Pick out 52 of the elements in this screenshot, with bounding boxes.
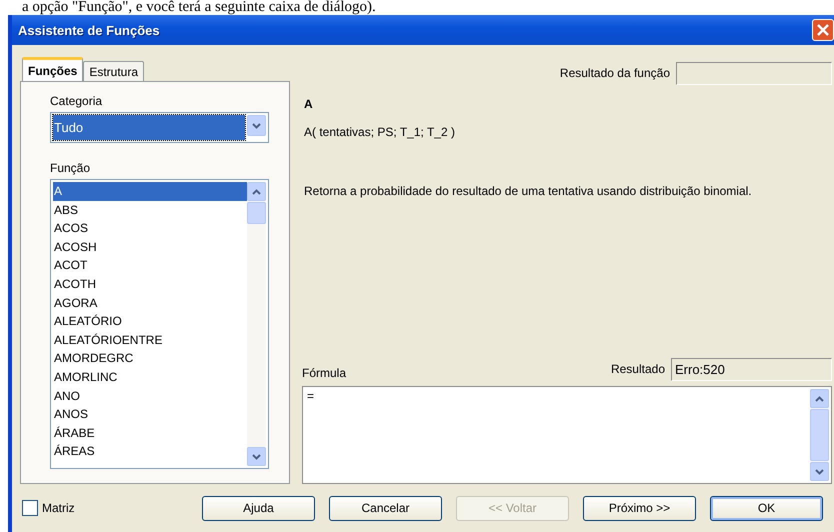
function-item[interactable]: ACOS <box>53 219 247 238</box>
function-label: Função <box>50 161 90 175</box>
function-item[interactable]: AGORA <box>53 294 247 312</box>
function-item[interactable]: ANOS <box>53 405 247 424</box>
function-name: A <box>304 97 313 111</box>
function-item[interactable]: ÁREAS <box>53 442 247 461</box>
matrix-label: Matriz <box>42 501 75 515</box>
chevron-up-icon <box>252 188 261 194</box>
dropdown-button[interactable] <box>247 115 266 136</box>
chevron-up-icon <box>815 396 824 402</box>
function-description: Retorna a probabilidade do resultado de uma tentativa usando distribuição binomial. <box>304 184 753 198</box>
scrollbar[interactable] <box>247 182 266 466</box>
dialog-button[interactable]: Ajuda <box>202 496 315 520</box>
dialog-button[interactable]: Cancelar <box>329 496 442 520</box>
window-title: Assistente de Funções <box>18 22 160 38</box>
close-icon <box>816 23 830 37</box>
scroll-down-button[interactable] <box>247 447 266 466</box>
function-item[interactable]: ACOT <box>53 256 247 275</box>
function-item[interactable]: ANO <box>53 386 247 406</box>
formula-label: Fórmula <box>302 366 346 380</box>
result-field: Erro:520 <box>671 358 832 380</box>
close-button[interactable] <box>812 19 834 41</box>
scrollbar[interactable] <box>810 389 829 481</box>
result-label: Resultado <box>610 362 665 376</box>
category-dropdown[interactable]: Tudo <box>50 112 269 143</box>
category-label: Categoria <box>50 94 102 108</box>
chevron-down-icon <box>252 122 261 128</box>
function-item[interactable]: ÁRABE <box>53 424 247 442</box>
tab[interactable]: Funções <box>22 57 84 81</box>
chevron-down-icon <box>815 468 824 474</box>
formula-field[interactable]: = <box>302 386 832 484</box>
function-item[interactable]: AMORDEGRC <box>53 349 247 368</box>
function-signature: A( tentativas; PS; T_1; T_2 ) <box>304 125 455 139</box>
function-item[interactable]: ALEATÓRIOENTRE <box>53 330 247 350</box>
function-result-label: Resultado da função <box>560 66 670 80</box>
function-item[interactable]: AMORLINC <box>53 368 247 387</box>
function-item[interactable]: ACOTH <box>53 274 247 294</box>
dialog-button[interactable]: Próximo >> <box>583 496 696 520</box>
matrix-checkbox[interactable] <box>22 500 38 516</box>
dialog-button[interactable]: OK <box>710 496 823 520</box>
function-item[interactable]: ACOSH <box>53 238 247 256</box>
scroll-thumb[interactable] <box>247 202 266 224</box>
scroll-thumb[interactable] <box>810 409 829 461</box>
function-item[interactable]: ALEATÓRIO <box>53 312 247 331</box>
scroll-down-button[interactable] <box>810 462 829 481</box>
scroll-up-button[interactable] <box>247 182 266 201</box>
document-text: a opção "Função", e você terá a seguinte caixa de diálogo). <box>21 0 377 15</box>
function-item[interactable]: A <box>53 182 247 201</box>
chevron-down-icon <box>252 454 261 460</box>
function-item[interactable]: ABS <box>53 200 247 220</box>
tab[interactable]: Estrutura <box>83 61 144 81</box>
scroll-up-button[interactable] <box>810 389 829 408</box>
